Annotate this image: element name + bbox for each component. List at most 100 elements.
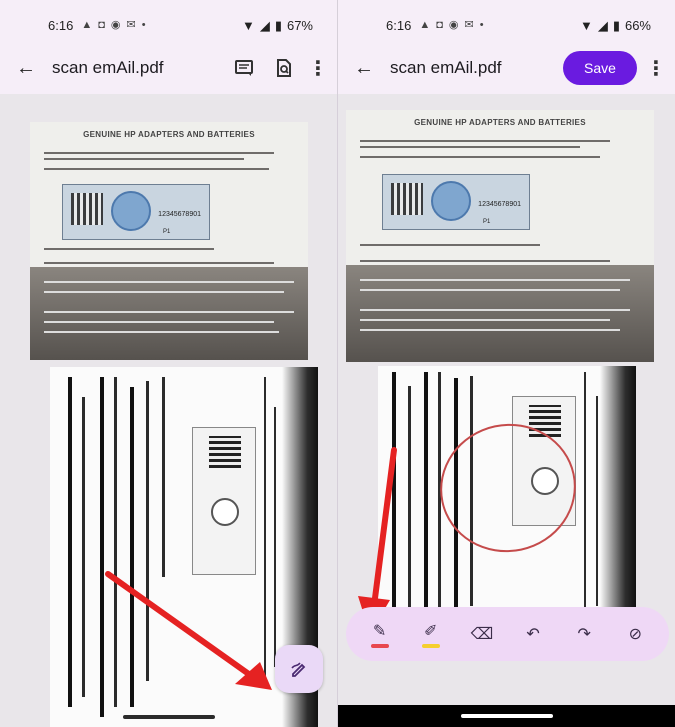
notification-icons: ▲ ◘ ◉ ✉ •: [81, 18, 146, 31]
document-title: scan emAil.pdf: [390, 58, 502, 77]
text-line: [44, 158, 244, 160]
phone-screen-left: 6:16 ▲ ◘ ◉ ✉ • ▼ ◢ ▮ 67% ← scan emAil.pd…: [0, 0, 337, 727]
dot-icon: •: [479, 18, 484, 31]
redo-button[interactable]: ↷: [566, 614, 602, 654]
qr-code-image: [391, 183, 423, 215]
document-canvas[interactable]: GENUINE HP ADAPTERS AND BATTERIES 123456…: [0, 94, 337, 727]
wifi-icon: ▼: [241, 17, 255, 33]
status-bar: 6:16 ▲ ◘ ◉ ✉ • ▼ ◢ ▮ 67%: [0, 0, 337, 50]
app-bar: ← scan emAil.pdf Save ⋮: [338, 50, 675, 86]
status-time: 6:16: [386, 17, 412, 33]
visibility-off-icon: ⊘: [628, 626, 643, 643]
page-heading: GENUINE HP ADAPTERS AND BATTERIES: [414, 118, 586, 127]
annotation-toolbar: ✎ ✐ ⌫ ↶ ↷ ⊘: [346, 607, 669, 661]
triangle-icon: ▲: [81, 18, 93, 31]
arrow-back-icon: ←: [16, 56, 36, 79]
text-line: [44, 311, 294, 313]
pen-tool[interactable]: ✎: [362, 614, 398, 654]
search-doc-icon: [277, 59, 291, 77]
back-button[interactable]: ←: [350, 54, 378, 82]
status-bar: 6:16 ▲ ◘ ◉ ✉ • ▼ ◢ ▮ 66%: [338, 0, 675, 50]
undo-button[interactable]: ↶: [515, 614, 551, 654]
page-heading: GENUINE HP ADAPTERS AND BATTERIES: [83, 130, 255, 139]
text-line: [360, 244, 540, 246]
text-line: [360, 260, 610, 262]
photo-shadow: [600, 366, 636, 634]
triangle-icon: ▲: [419, 18, 431, 31]
qr-code-image: [71, 193, 103, 225]
back-button[interactable]: ←: [12, 54, 40, 82]
text-line: [360, 289, 620, 291]
red-arrow-annotation: [105, 571, 272, 690]
annotate-button[interactable]: [275, 645, 323, 693]
document-canvas[interactable]: GENUINE HP ADAPTERS AND BATTERIES 123456…: [338, 94, 675, 705]
search-in-doc-button[interactable]: [269, 53, 299, 83]
more-options-button[interactable]: ⋮: [308, 53, 328, 83]
hp-logo: [211, 498, 239, 526]
phone-screen-right: 6:16 ▲ ◘ ◉ ✉ • ▼ ◢ ▮ 66% ← scan emAil.pd…: [338, 0, 675, 727]
highlighter-color-indicator: [421, 643, 440, 648]
status-time: 6:16: [48, 17, 74, 33]
more-vert-icon: ⋮: [646, 57, 666, 80]
qr-code-image: [209, 436, 241, 468]
more-vert-icon: ⋮: [308, 57, 328, 80]
photo-shadow: [346, 265, 654, 362]
spotify-icon: ◉: [448, 18, 459, 31]
mail-icon: ✉: [464, 18, 474, 31]
save-button[interactable]: Save: [563, 51, 637, 85]
document-page-1: GENUINE HP ADAPTERS AND BATTERIES 123456…: [346, 110, 654, 362]
app-icon: ◘: [436, 18, 443, 31]
text-line: [360, 309, 630, 311]
text-line: [44, 291, 284, 293]
notification-icons: ▲ ◘ ◉ ✉ •: [419, 18, 484, 31]
eraser-tool[interactable]: ⌫: [464, 614, 500, 654]
text-line: [360, 156, 600, 158]
highlighter-tool[interactable]: ✐: [413, 614, 449, 654]
hide-annotations-button[interactable]: ⊘: [617, 614, 653, 654]
photo-shadow: [30, 267, 308, 360]
text-line: [44, 168, 269, 170]
text-line: [162, 377, 165, 577]
text-line: [584, 372, 586, 612]
hp-hologram: [111, 191, 151, 231]
more-options-button[interactable]: ⋮: [646, 53, 666, 83]
serial-number: 12345678901: [158, 211, 201, 218]
highlighter-icon: ✐: [424, 622, 438, 640]
text-line: [44, 281, 294, 283]
serial-number: 12345678901: [478, 201, 521, 208]
label-p1: P1: [483, 219, 491, 225]
redo-icon: ↷: [577, 626, 591, 643]
security-label: [192, 427, 256, 575]
battery-icon: ▮: [274, 17, 282, 33]
annotate-icon: [291, 662, 306, 677]
hp-hologram: [431, 181, 471, 221]
battery-icon: ▮: [612, 17, 620, 33]
signal-icon: ◢: [259, 17, 270, 33]
gesture-nav-bar[interactable]: [122, 715, 215, 719]
text-line: [424, 372, 428, 628]
text-line: [360, 329, 620, 331]
wifi-icon: ▼: [579, 17, 593, 33]
text-line: [360, 146, 580, 148]
pen-icon: ✎: [372, 622, 387, 640]
eraser-icon: ⌫: [470, 626, 494, 643]
text-line: [596, 396, 598, 606]
text-line: [44, 248, 214, 250]
gesture-nav-bar[interactable]: [460, 714, 553, 718]
text-line: [44, 152, 274, 154]
battery-level: 66%: [624, 17, 651, 33]
arrow-back-icon: ←: [354, 56, 374, 79]
comments-button[interactable]: [229, 53, 259, 83]
text-line: [68, 377, 72, 707]
comment-icon: [235, 60, 253, 76]
text-line: [82, 397, 85, 697]
pen-color-indicator: [370, 643, 389, 648]
undo-icon: ↶: [526, 626, 540, 643]
text-line: [44, 321, 274, 323]
dot-icon: •: [141, 18, 146, 31]
text-line: [44, 262, 274, 264]
spotify-icon: ◉: [110, 18, 121, 31]
page-paper: GENUINE HP ADAPTERS AND BATTERIES 123456…: [30, 122, 308, 272]
signal-icon: ◢: [597, 17, 608, 33]
battery-level: 67%: [286, 17, 313, 33]
